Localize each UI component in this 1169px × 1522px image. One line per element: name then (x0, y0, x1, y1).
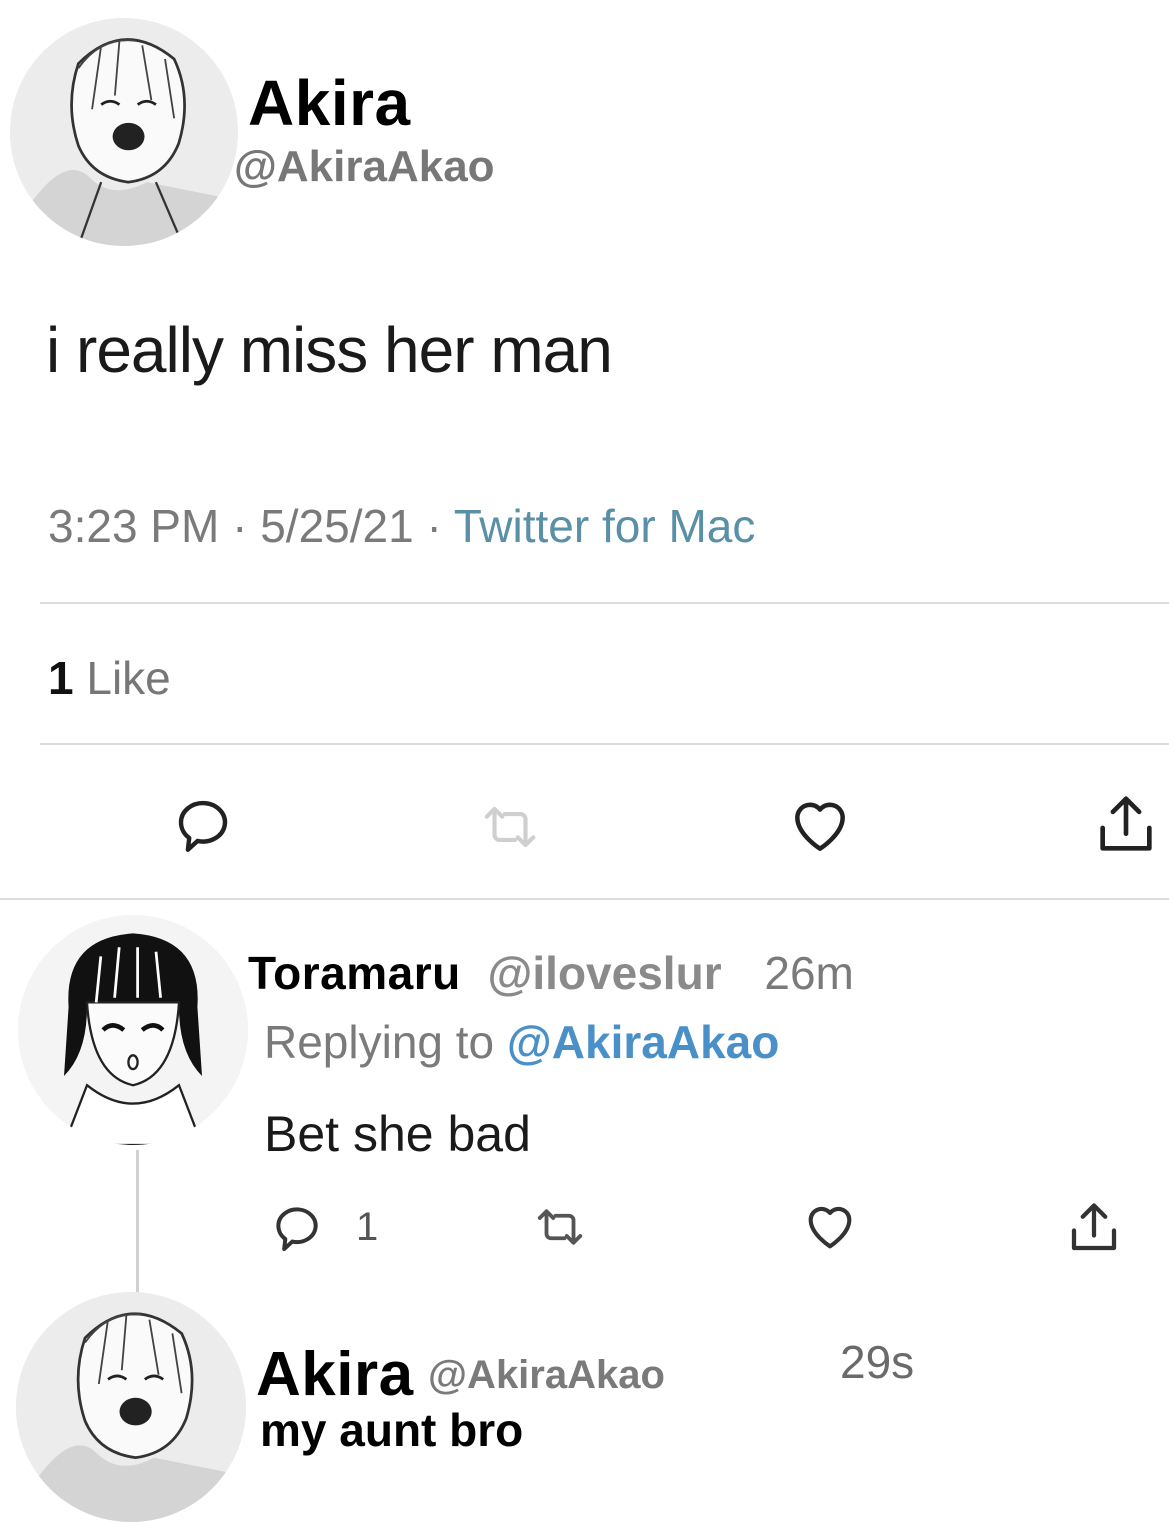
second-reply-author-avatar[interactable] (16, 1292, 246, 1522)
author-avatar[interactable] (10, 18, 238, 246)
reply-author-name[interactable]: Toramaru (248, 947, 461, 999)
share-icon[interactable] (1064, 1198, 1124, 1258)
meta-separator: · (232, 500, 248, 552)
likes-count[interactable]: 1 Like (48, 650, 171, 706)
second-reply-header: Akira @AkiraAkao (256, 1340, 665, 1410)
likes-number: 1 (48, 652, 74, 704)
likes-label: Like (86, 652, 171, 704)
tweet-time: 3:23 PM (48, 500, 220, 552)
replying-to-label: Replying to (264, 1016, 495, 1068)
divider (40, 602, 1169, 604)
reply-author-avatar[interactable] (18, 915, 248, 1145)
reply-text: Bet she bad (264, 1106, 531, 1162)
tweet-date: 5/25/21 (260, 500, 414, 552)
second-reply-author-name[interactable]: Akira (256, 1340, 414, 1409)
divider (0, 898, 1169, 900)
author-handle[interactable]: @AkiraAkao (234, 142, 495, 192)
replying-to-handle[interactable]: @AkiraAkao (507, 1016, 779, 1068)
retweet-icon[interactable] (524, 1200, 596, 1254)
reply-author-handle[interactable]: @iloveslur (488, 947, 722, 999)
reply-age: 26m (764, 947, 854, 999)
reply-icon[interactable] (168, 792, 238, 858)
like-icon[interactable] (800, 1198, 860, 1256)
like-icon[interactable] (782, 792, 858, 860)
reply-header: Toramaru @iloveslur 26m (248, 945, 854, 1001)
tweet-meta: 3:23 PM · 5/25/21 · Twitter for Mac (48, 498, 755, 554)
second-reply-age: 29s (840, 1336, 915, 1388)
retweet-icon[interactable] (470, 796, 550, 858)
reply-icon[interactable] (268, 1200, 326, 1256)
thread-line (136, 1150, 139, 1300)
meta-separator: · (426, 500, 442, 552)
tweet-text: i really miss her man (46, 314, 613, 386)
reply-count: 1 (356, 1205, 379, 1249)
tweet-client-link[interactable]: Twitter for Mac (454, 500, 756, 552)
author-name[interactable]: Akira (248, 68, 411, 138)
divider (40, 743, 1169, 745)
second-reply-text: my aunt bro (260, 1404, 524, 1456)
replying-to: Replying to @AkiraAkao (264, 1014, 779, 1070)
second-reply-author-handle[interactable]: @AkiraAkao (428, 1353, 665, 1397)
share-icon[interactable] (1090, 790, 1162, 860)
